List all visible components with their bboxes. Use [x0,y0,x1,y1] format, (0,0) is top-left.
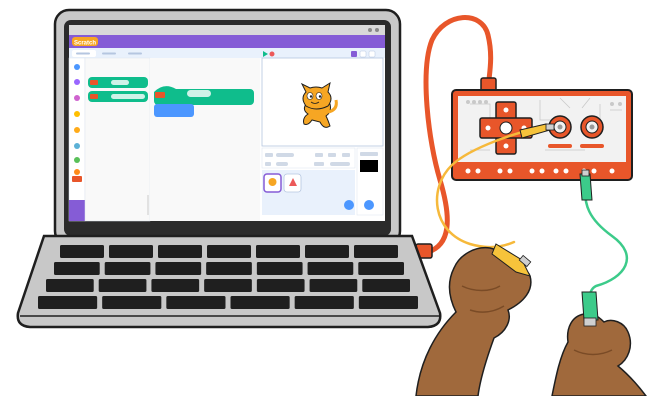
category-control[interactable] [74,127,80,133]
keyboard-key[interactable] [362,279,410,292]
header-hole [591,168,597,174]
category-variables[interactable] [74,169,80,175]
keyboard-key[interactable] [102,296,162,309]
category-sound[interactable] [74,95,80,101]
category-events[interactable] [74,111,80,117]
keyboard-key[interactable] [151,279,200,292]
illustration: Scratch [0,0,658,396]
keyboard-key[interactable] [354,245,398,258]
keyboard-key[interactable] [158,245,202,258]
keyboard-key[interactable] [305,245,349,258]
script-motion-block[interactable] [154,104,194,117]
click-button[interactable] [580,115,604,139]
keyboard-key[interactable] [256,279,305,292]
scratch-menu-bar [69,35,385,48]
category-sensing[interactable] [74,143,80,149]
hand-icon [551,291,647,396]
keyboard-key[interactable] [54,262,100,275]
keyboard-key[interactable] [230,296,290,309]
keyboard-key[interactable] [204,279,252,292]
keyboard-key[interactable] [109,245,153,258]
header-hole [529,168,535,174]
keyboard-key[interactable] [60,245,104,258]
header-hole [553,168,559,174]
keyboard-key[interactable] [104,262,151,275]
header-hole [539,168,545,174]
header-hole [465,168,471,174]
stop-icon[interactable] [269,51,275,57]
keyboard-key[interactable] [309,279,358,292]
keyboard-key[interactable] [358,296,418,309]
browser-bar [69,25,385,35]
alligator-clip-icon [579,169,593,201]
category-looks[interactable] [74,79,80,85]
keyboard-key[interactable] [166,296,226,309]
category-operators[interactable] [74,157,80,163]
backdrop-thumb[interactable] [360,160,378,172]
header-hole [609,168,615,174]
add-sprite-button[interactable] [344,200,354,210]
scene-svg: Scratch [16,8,647,396]
scratch-logo-text: Scratch [74,41,96,47]
keyboard-key[interactable] [207,245,251,258]
keyboard-key[interactable] [256,245,300,258]
add-backdrop-button[interactable] [364,200,374,210]
keyboard-key[interactable] [294,296,354,309]
keyboard-key[interactable] [256,262,303,275]
header-hole [507,168,513,174]
header-hole [563,168,569,174]
scratch-app: Scratch [68,25,385,222]
makey-makey-board-icon [451,89,633,181]
keyboard-key[interactable] [98,279,147,292]
keyboard-key[interactable] [155,262,202,275]
header-hole [497,168,503,174]
category-makey[interactable] [72,176,82,182]
keyboard-key[interactable] [38,296,98,309]
keyboard-key[interactable] [46,279,94,292]
keyboard-key[interactable] [206,262,252,275]
scripts-area [150,58,260,221]
category-motion[interactable] [74,64,80,70]
header-hole [475,168,481,174]
keyboard-key[interactable] [307,262,354,275]
keyboard-key[interactable] [358,262,404,275]
